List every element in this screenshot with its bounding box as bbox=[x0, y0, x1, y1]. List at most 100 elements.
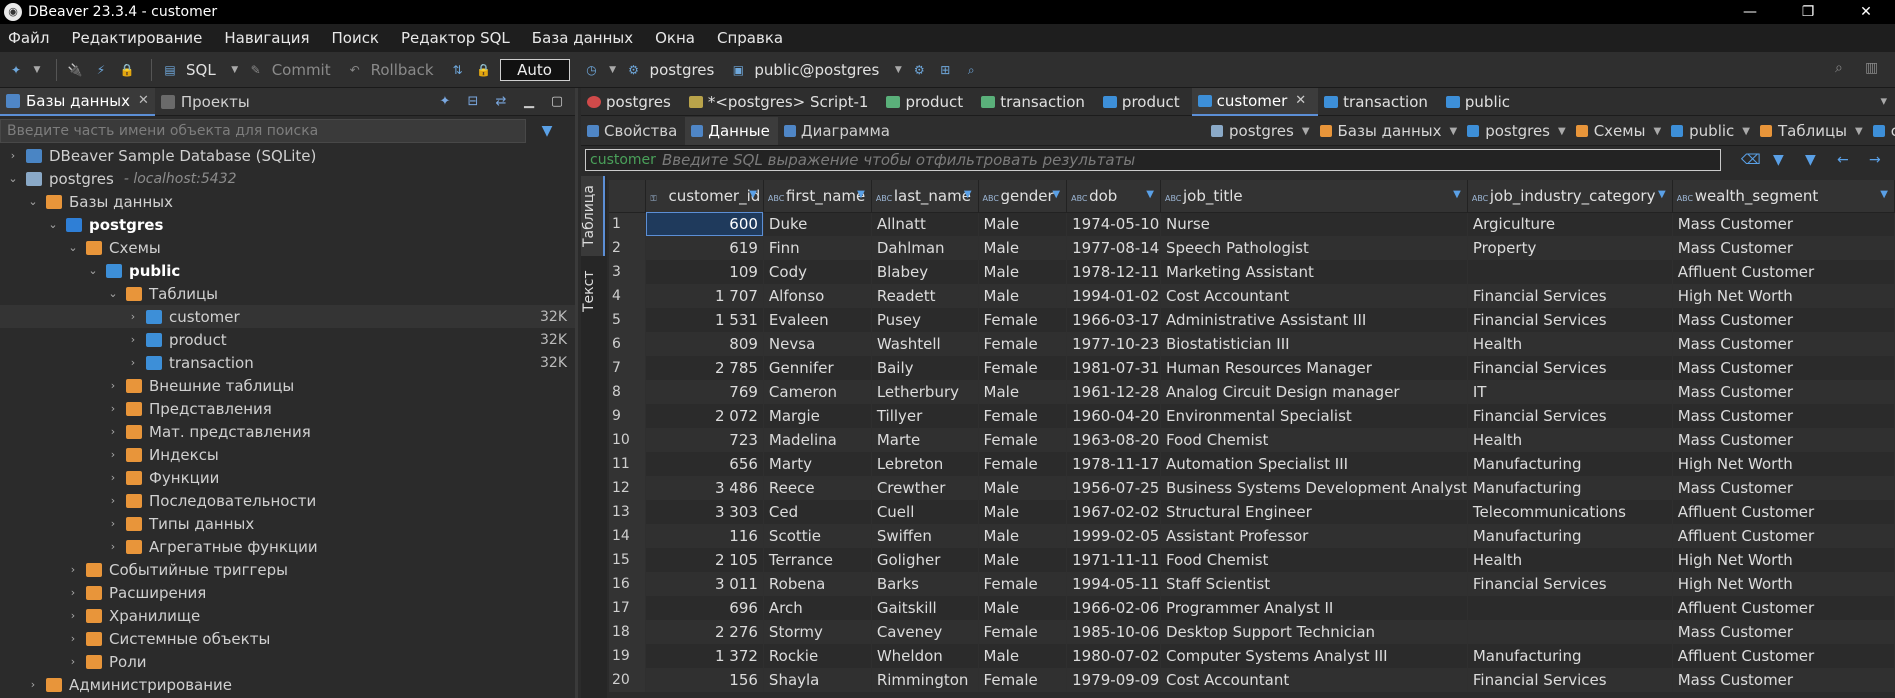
table-cell[interactable]: Biostatistician III bbox=[1160, 332, 1468, 356]
dropdown-arrow-icon[interactable]: ▼ bbox=[608, 60, 618, 80]
table-cell[interactable] bbox=[1467, 620, 1673, 644]
object-search-input[interactable] bbox=[0, 119, 526, 143]
chevron-down-icon[interactable]: ⌄ bbox=[86, 264, 100, 277]
menu-windows[interactable]: Окна bbox=[655, 29, 695, 47]
active-schema-selector[interactable]: public@postgres bbox=[754, 61, 879, 79]
table-cell[interactable]: Male bbox=[978, 644, 1068, 668]
close-icon[interactable]: ✕ bbox=[138, 87, 149, 115]
row-number[interactable]: 18 bbox=[609, 620, 647, 644]
maximize-panel-icon[interactable]: ▢ bbox=[547, 92, 567, 112]
table-cell[interactable]: Mass Customer bbox=[1672, 212, 1895, 236]
sql-button[interactable]: SQL bbox=[186, 61, 216, 79]
dropdown-arrow-icon[interactable]: ▼ bbox=[1855, 126, 1863, 137]
table-cell[interactable]: Scottie bbox=[763, 524, 872, 548]
table-cell[interactable]: Manufacturing bbox=[1467, 524, 1673, 548]
tree-node[interactable]: › customer 32K bbox=[0, 305, 575, 328]
chevron-right-icon[interactable]: › bbox=[106, 517, 120, 530]
table-cell[interactable]: Desktop Support Technician bbox=[1160, 620, 1468, 644]
table-cell[interactable]: Affluent Customer bbox=[1672, 500, 1895, 524]
table-cell[interactable]: 1 531 bbox=[645, 308, 764, 332]
table-cell[interactable]: Affluent Customer bbox=[1672, 596, 1895, 620]
table-cell[interactable]: Cameron bbox=[763, 380, 872, 404]
tree-node[interactable]: › Внешние таблицы bbox=[0, 374, 575, 397]
close-window-button[interactable]: ✕ bbox=[1837, 0, 1895, 24]
column-header[interactable]: ABC job_title ▼ bbox=[1160, 180, 1468, 213]
row-number[interactable]: 4 bbox=[609, 284, 647, 308]
table-cell[interactable]: IT bbox=[1467, 380, 1673, 404]
table-cell[interactable]: 2 276 bbox=[645, 620, 764, 644]
table-cell[interactable]: Financial Services bbox=[1467, 572, 1673, 596]
table-cell[interactable]: Food Chemist bbox=[1160, 428, 1468, 452]
tree-node[interactable]: › Администрирование bbox=[0, 673, 575, 696]
menu-sql-editor[interactable]: Редактор SQL bbox=[401, 29, 510, 47]
table-cell[interactable]: Female bbox=[978, 428, 1068, 452]
table-cell[interactable]: Cody bbox=[763, 260, 872, 284]
table-cell[interactable]: Caveney bbox=[871, 620, 979, 644]
table-cell[interactable]: Programmer Analyst II bbox=[1160, 596, 1468, 620]
row-number[interactable]: 3 bbox=[609, 260, 647, 284]
tree-node[interactable]: › product 32K bbox=[0, 328, 575, 351]
table-cell[interactable]: 1 372 bbox=[645, 644, 764, 668]
auto-commit-mode[interactable]: Auto bbox=[499, 58, 570, 81]
table-cell[interactable]: Cost Accountant bbox=[1160, 284, 1468, 308]
table-cell[interactable]: Robena bbox=[763, 572, 872, 596]
table-cell[interactable]: Female bbox=[978, 572, 1068, 596]
debug-icon[interactable]: ⚙ bbox=[909, 60, 929, 80]
chevron-right-icon[interactable]: › bbox=[6, 149, 20, 162]
editor-tab[interactable]: transaction bbox=[1318, 88, 1440, 116]
table-cell[interactable] bbox=[1467, 596, 1673, 620]
chevron-down-icon[interactable]: ⌄ bbox=[106, 287, 120, 300]
table-cell[interactable]: 1979-09-09 bbox=[1066, 668, 1161, 692]
filter-icon[interactable]: ▼ bbox=[534, 123, 560, 139]
table-cell[interactable]: Manufacturing bbox=[1467, 452, 1673, 476]
chevron-right-icon[interactable]: › bbox=[106, 402, 120, 415]
subtab[interactable]: Данные bbox=[685, 116, 778, 145]
sort-filter-icon[interactable]: ▼ bbox=[1453, 189, 1461, 200]
filter-apply-icon[interactable]: ▼ bbox=[1773, 152, 1791, 168]
table-cell[interactable]: Environmental Specialist bbox=[1160, 404, 1468, 428]
row-number[interactable]: 13 bbox=[609, 500, 647, 524]
editor-tab[interactable]: postgres bbox=[581, 88, 683, 116]
editor-tab[interactable]: product bbox=[880, 88, 975, 116]
chevron-right-icon[interactable]: › bbox=[106, 379, 120, 392]
tree-node[interactable]: ⌄ public bbox=[0, 259, 575, 282]
column-header[interactable]: ABC gender ▼ bbox=[978, 180, 1068, 213]
menu-help[interactable]: Справка bbox=[717, 29, 783, 47]
table-cell[interactable]: Health bbox=[1467, 548, 1673, 572]
rollback-button[interactable]: Rollback bbox=[371, 61, 434, 79]
table-cell[interactable]: High Net Worth bbox=[1672, 452, 1895, 476]
table-cell[interactable]: Mass Customer bbox=[1672, 476, 1895, 500]
table-cell[interactable]: 1974-05-10 bbox=[1066, 212, 1161, 236]
chevron-down-icon[interactable]: ⌄ bbox=[26, 195, 40, 208]
tree-node[interactable]: › Типы данных bbox=[0, 512, 575, 535]
table-cell[interactable]: Manufacturing bbox=[1467, 476, 1673, 500]
table-cell[interactable]: Affluent Customer bbox=[1672, 524, 1895, 548]
dropdown-arrow-icon[interactable]: ▼ bbox=[1449, 126, 1457, 137]
table-cell[interactable]: Margie bbox=[763, 404, 872, 428]
table-cell[interactable]: Mass Customer bbox=[1672, 620, 1895, 644]
chevron-right-icon[interactable]: › bbox=[106, 448, 120, 461]
table-cell[interactable]: Letherbury bbox=[871, 380, 979, 404]
table-cell[interactable]: 3 011 bbox=[645, 572, 764, 596]
table-cell[interactable]: Mass Customer bbox=[1672, 308, 1895, 332]
table-cell[interactable]: 1978-11-17 bbox=[1066, 452, 1161, 476]
table-cell[interactable]: 600 bbox=[645, 212, 764, 236]
tree-node[interactable]: ⌄ postgres bbox=[0, 213, 575, 236]
link-editor-icon[interactable]: ⇄ bbox=[491, 92, 511, 112]
table-cell[interactable]: 1 707 bbox=[645, 284, 764, 308]
table-cell[interactable]: Female bbox=[978, 404, 1068, 428]
table-cell[interactable]: 1985-10-06 bbox=[1066, 620, 1161, 644]
table-cell[interactable]: 1981-07-31 bbox=[1066, 356, 1161, 380]
tree-node[interactable]: › DBeaver Sample Database (SQLite) bbox=[0, 144, 575, 167]
lock-icon[interactable]: 🔒 bbox=[474, 60, 494, 80]
table-cell[interactable]: Argiculture bbox=[1467, 212, 1673, 236]
tree-node[interactable]: › Событийные триггеры bbox=[0, 558, 575, 581]
lock-icon[interactable]: 🔒 bbox=[117, 60, 137, 80]
table-cell[interactable]: 3 486 bbox=[645, 476, 764, 500]
table-cell[interactable]: Manufacturing bbox=[1467, 644, 1673, 668]
new-connection-icon[interactable]: ✦ bbox=[435, 92, 455, 112]
table-cell[interactable]: Mass Customer bbox=[1672, 428, 1895, 452]
minimize-panel-icon[interactable]: ▁ bbox=[519, 92, 539, 112]
table-cell[interactable]: Male bbox=[978, 524, 1068, 548]
tree-node[interactable]: › Представления bbox=[0, 397, 575, 420]
